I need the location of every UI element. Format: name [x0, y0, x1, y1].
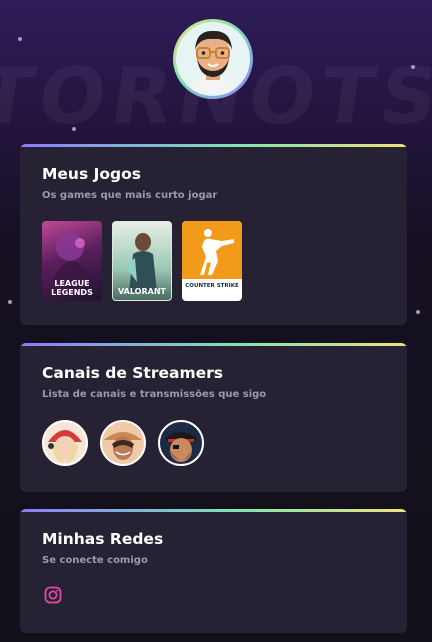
streamer-3-avatar-icon [165, 432, 197, 462]
streamer-avatar[interactable] [158, 420, 204, 466]
star [411, 65, 415, 69]
counter-strike-label: COUNTER STRIKE [185, 283, 239, 289]
star [416, 310, 420, 314]
streamer-1-avatar-icon [48, 430, 82, 463]
instagram-link[interactable] [42, 584, 64, 606]
streamers-card-title: Canais de Streamers [42, 364, 223, 382]
star [18, 37, 22, 41]
games-card-title: Meus Jogos [42, 165, 141, 183]
social-card-title: Minhas Redes [42, 530, 164, 548]
games-card: Meus Jogos Os games que mais curto jogar… [20, 144, 407, 325]
streamers-list [42, 420, 385, 466]
valorant-label: VALORANT [118, 287, 166, 296]
streamer-2-avatar-icon [104, 432, 142, 460]
games-list: LEAGUE LEGENDS VALORANT COUNTER STRIKE [42, 221, 385, 301]
star [72, 127, 76, 131]
game-valorant[interactable]: VALORANT [112, 221, 172, 301]
streamer-avatar[interactable] [100, 420, 146, 466]
game-counter-strike[interactable]: COUNTER STRIKE [182, 221, 242, 301]
league-of-legends-label: LEAGUE LEGENDS [42, 279, 102, 297]
social-card: Minhas Redes Se conecte comigo [20, 509, 407, 633]
streamer-avatar[interactable] [42, 420, 88, 466]
league-label-line1: LEAGUE [54, 279, 90, 288]
league-label-line2: LEGENDS [51, 288, 93, 297]
instagram-icon [44, 586, 62, 604]
games-card-subtitle: Os games que mais curto jogar [42, 190, 218, 201]
streamers-card: Canais de Streamers Lista de canais e tr… [20, 343, 407, 492]
star [8, 300, 12, 304]
streamers-card-subtitle: Lista de canais e transmissões que sigo [42, 389, 267, 400]
memoji-avatar-icon [190, 30, 236, 94]
social-card-subtitle: Se conecte comigo [42, 555, 148, 566]
game-league-of-legends[interactable]: LEAGUE LEGENDS [42, 221, 102, 301]
profile-avatar[interactable] [173, 19, 253, 99]
